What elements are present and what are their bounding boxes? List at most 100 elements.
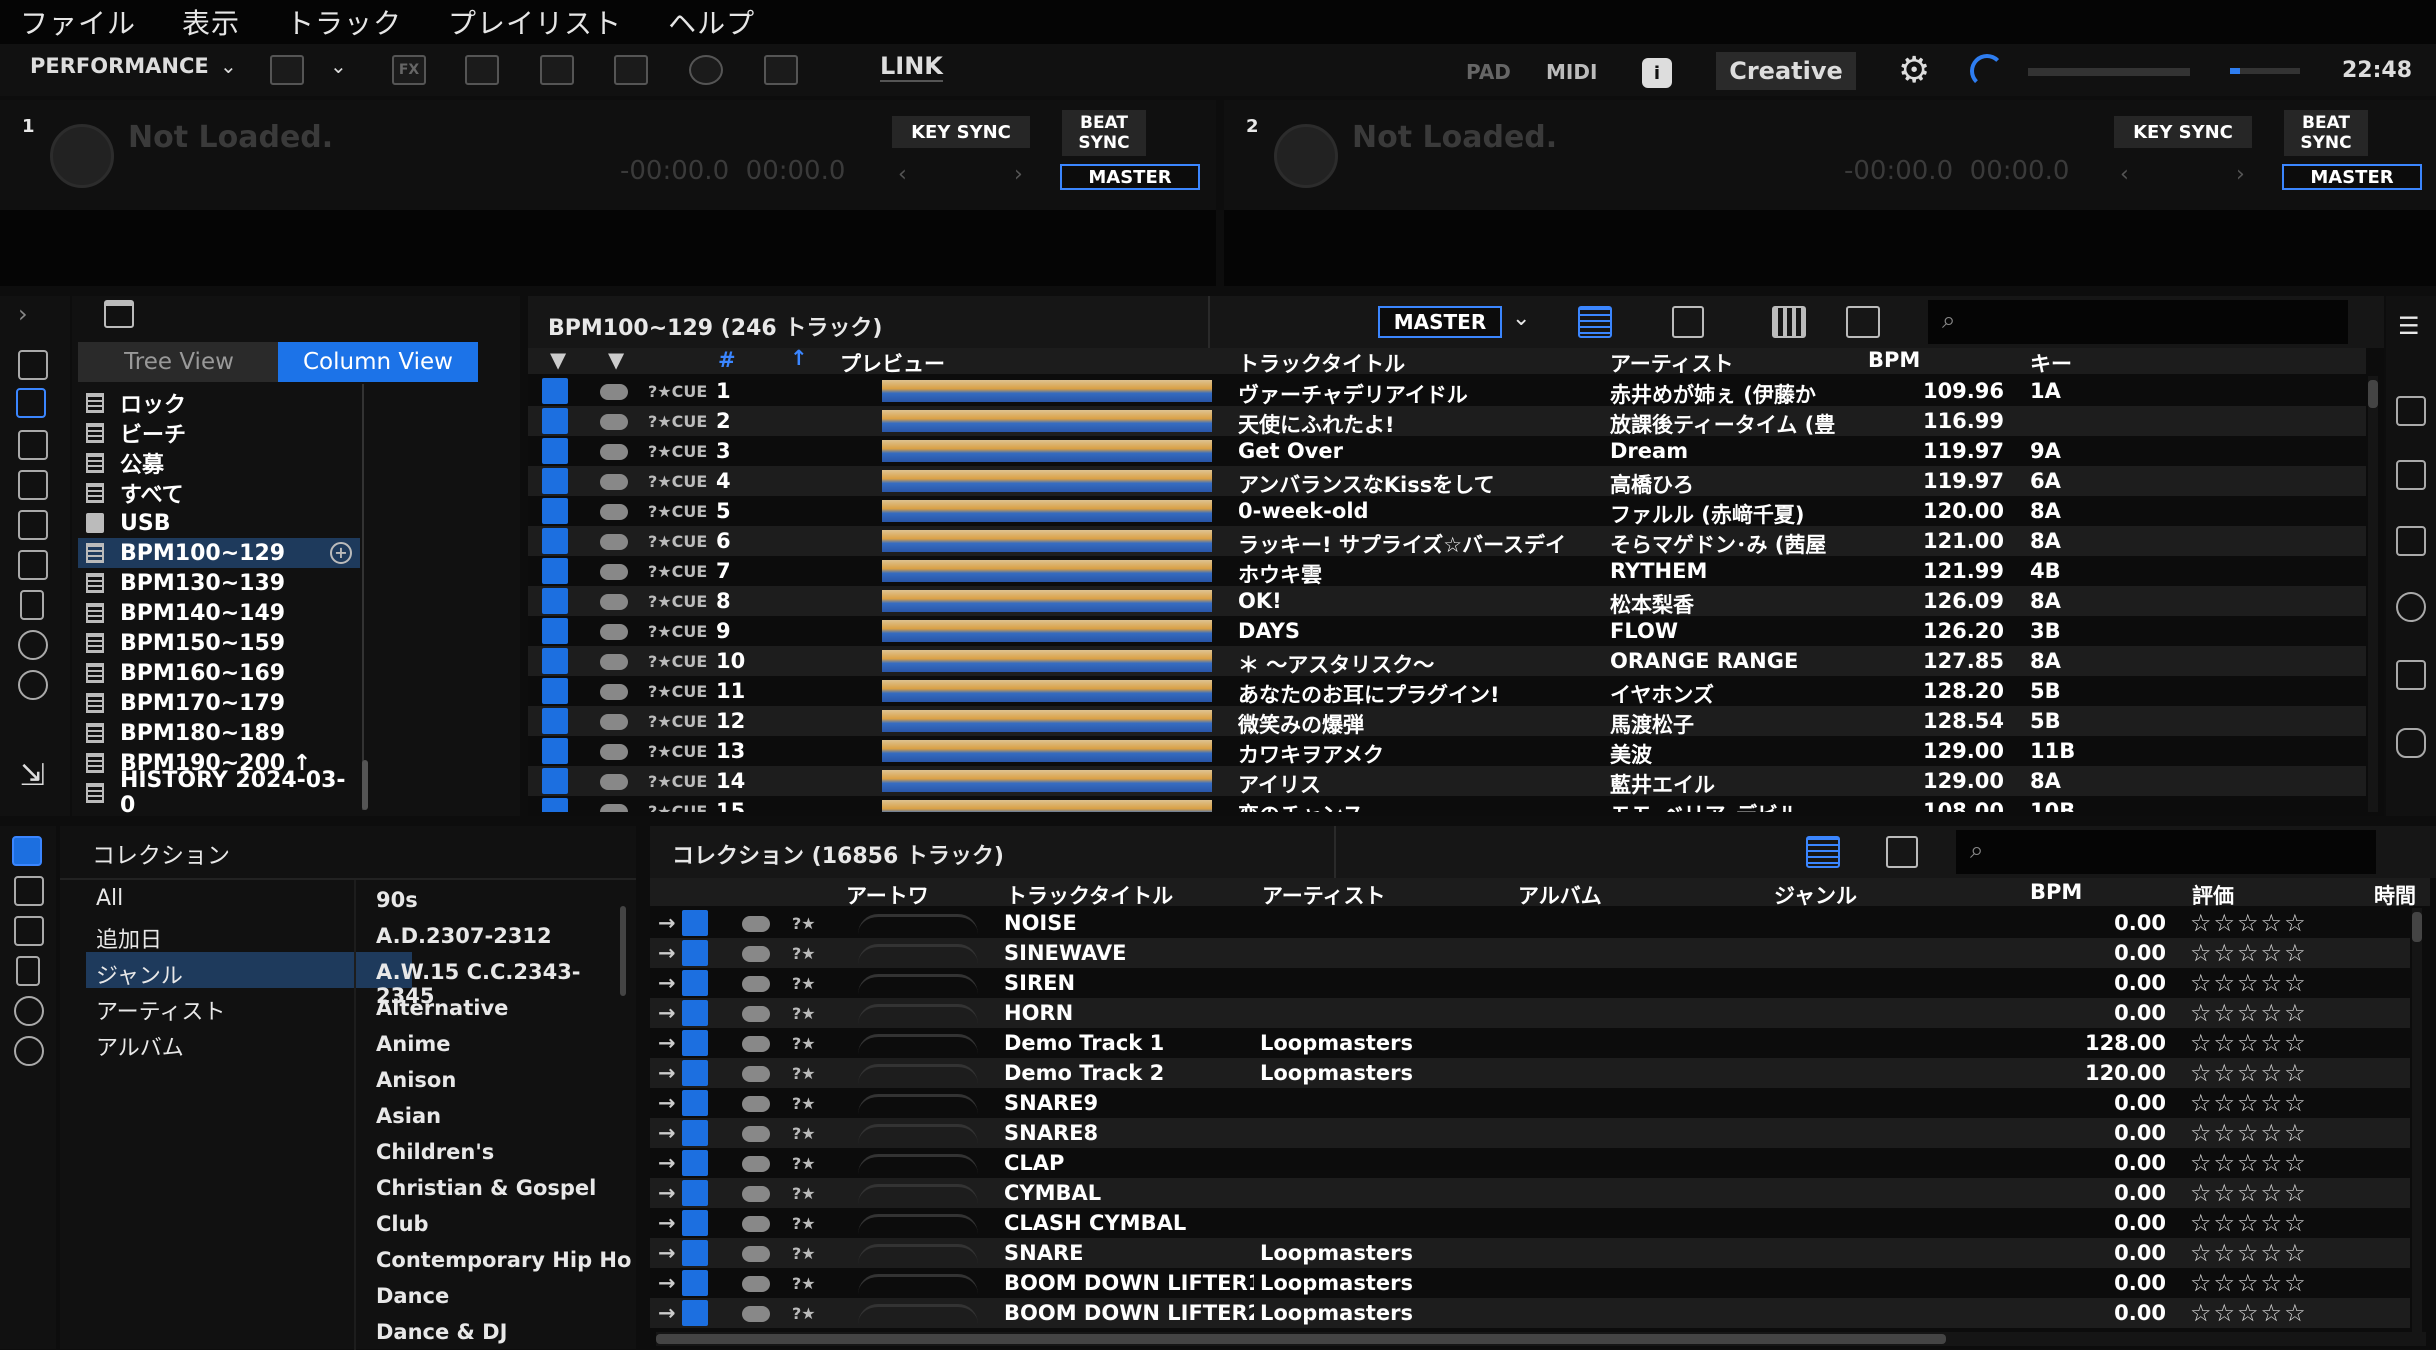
track-row[interactable]: → ?★ Demo Track 1 Loopmasters 128.00 ☆☆☆☆☆ bbox=[650, 1028, 2410, 1058]
master-select[interactable]: MASTER bbox=[1378, 306, 1502, 338]
cloud-icon[interactable] bbox=[600, 804, 628, 812]
load-arrow-icon[interactable]: → bbox=[658, 1001, 676, 1025]
panel-icon[interactable] bbox=[2396, 660, 2426, 690]
col-key[interactable]: キー bbox=[2030, 348, 2072, 378]
track-row[interactable]: → ?★ CLAP 0.00 ☆☆☆☆☆ bbox=[650, 1148, 2410, 1178]
deck-waveform[interactable] bbox=[1224, 210, 2436, 286]
cloud-icon[interactable] bbox=[600, 774, 628, 790]
rating-stars[interactable]: ☆☆☆☆☆ bbox=[2190, 939, 2308, 967]
track-row[interactable]: → ?★ SNARE9 0.00 ☆☆☆☆☆ bbox=[650, 1088, 2410, 1118]
genre-item[interactable]: Club bbox=[356, 1204, 636, 1240]
related-icon[interactable] bbox=[2396, 460, 2426, 490]
device-icon[interactable] bbox=[16, 956, 40, 986]
key-sync-button[interactable]: KEY SYNC bbox=[892, 116, 1030, 148]
computer-icon[interactable] bbox=[18, 550, 48, 580]
genre-item[interactable]: Dance bbox=[356, 1276, 636, 1312]
rating-stars[interactable]: ☆☆☆☆☆ bbox=[2190, 1239, 2308, 1267]
chevron-down-icon[interactable]: ⌄ bbox=[1512, 306, 1530, 331]
beat-sync-button[interactable]: BEAT SYNC bbox=[1062, 110, 1146, 156]
layout-chevron-icon[interactable]: ⌄ bbox=[330, 54, 347, 78]
playlist-icon[interactable] bbox=[14, 876, 44, 906]
key-down-icon[interactable]: ‹ bbox=[2120, 162, 2129, 187]
cloud-icon[interactable] bbox=[742, 1306, 770, 1322]
playlist-icon[interactable] bbox=[16, 388, 46, 418]
expand-icon[interactable]: › bbox=[18, 300, 28, 328]
load-arrow-icon[interactable]: → bbox=[658, 1091, 676, 1115]
track-row[interactable]: → ?★ NOISE 0.00 ☆☆☆☆☆ bbox=[650, 908, 2410, 938]
cloud-icon[interactable] bbox=[742, 1276, 770, 1292]
track-row[interactable]: ?★CUE 14 アイリス 藍井エイル 129.00 8A bbox=[528, 766, 2366, 797]
cloud-icon[interactable] bbox=[742, 1066, 770, 1082]
sampler-icon[interactable] bbox=[465, 55, 499, 85]
info-icon[interactable] bbox=[2396, 592, 2426, 622]
col-bpm[interactable]: BPM bbox=[1868, 348, 1920, 372]
grid-icon[interactable] bbox=[18, 510, 48, 540]
cloud-icon[interactable] bbox=[742, 1036, 770, 1052]
key-up-icon[interactable]: › bbox=[1014, 162, 1023, 187]
track-row[interactable]: → ?★ BOOM DOWN LIFTER2 Loopmasters 0.00 ☆☆☆☆☆ bbox=[650, 1298, 2410, 1328]
genre-item[interactable]: Contemporary Hip Ho bbox=[356, 1240, 636, 1276]
col-num[interactable]: # bbox=[718, 348, 736, 372]
tag-icon[interactable] bbox=[2396, 396, 2426, 426]
track-row[interactable]: ?★CUE 10 ＊ ～アスタリスク～ ORANGE RANGE 127.85 8A bbox=[528, 646, 2366, 677]
horizontal-scrollbar[interactable] bbox=[656, 1332, 2426, 1346]
track-row[interactable]: ?★CUE 9 DAYS FLOW 126.20 3B bbox=[528, 616, 2366, 646]
key-down-icon[interactable]: ‹ bbox=[898, 162, 907, 187]
midi-button[interactable]: MIDI bbox=[1546, 60, 1597, 84]
split-view-icon[interactable] bbox=[1846, 306, 1880, 338]
load-arrow-icon[interactable]: → bbox=[658, 1241, 676, 1265]
preview-waveform[interactable] bbox=[882, 590, 1212, 612]
track-row[interactable]: ?★CUE 15 恋のチャンスモモ･ベリア･デビルー 108.00 10B bbox=[528, 796, 2366, 812]
load-arrow-icon[interactable]: → bbox=[658, 1061, 676, 1085]
track-row[interactable]: ?★CUE 3 Get Over Dream 119.97 9A bbox=[528, 436, 2366, 466]
history-icon[interactable] bbox=[18, 630, 48, 660]
cloud-icon[interactable] bbox=[742, 1216, 770, 1232]
preview-waveform[interactable] bbox=[882, 560, 1212, 582]
bookmark-icon[interactable] bbox=[12, 836, 42, 866]
load-arrow-icon[interactable]: → bbox=[658, 1151, 676, 1175]
track-row[interactable]: ?★CUE 11 あなたのお耳にプラグイン! イヤホンズ 128.20 5B bbox=[528, 676, 2366, 707]
preview-waveform[interactable] bbox=[882, 620, 1212, 642]
tree-item-selected[interactable]: BPM100~129 + bbox=[78, 538, 360, 568]
menu-help[interactable]: ヘルプ bbox=[668, 2, 755, 42]
master-button[interactable]: MASTER bbox=[2282, 164, 2422, 190]
track-row[interactable]: ?★CUE 12 微笑みの爆弾 馬渡松子 128.54 5B bbox=[528, 706, 2366, 737]
tree-item[interactable]: 公募 bbox=[78, 448, 360, 478]
preview-waveform[interactable] bbox=[882, 530, 1212, 552]
load-arrow-icon[interactable]: → bbox=[658, 1211, 676, 1235]
add-icon[interactable]: + bbox=[330, 542, 352, 564]
link-button[interactable]: LINK bbox=[880, 52, 943, 82]
col-artist[interactable]: アーティスト bbox=[1262, 880, 1385, 910]
rating-stars[interactable]: ☆☆☆☆☆ bbox=[2190, 1149, 2308, 1177]
col-rating[interactable]: 評価 bbox=[2192, 880, 2234, 910]
rating-stars[interactable]: ☆☆☆☆☆ bbox=[2190, 969, 2308, 997]
scrollbar[interactable] bbox=[2368, 376, 2378, 812]
track-row[interactable]: → ?★ HORN 0.00 ☆☆☆☆☆ bbox=[650, 998, 2410, 1028]
export-icon[interactable]: ⇲ bbox=[20, 758, 45, 793]
track-row[interactable]: → ?★ SIREN 0.00 ☆☆☆☆☆ bbox=[650, 968, 2410, 998]
preview-waveform[interactable] bbox=[882, 740, 1212, 762]
col-bpm[interactable]: BPM bbox=[2030, 880, 2082, 904]
col-album[interactable]: アルバム bbox=[1518, 880, 1602, 910]
list-view-icon[interactable] bbox=[1578, 306, 1612, 338]
track-row[interactable]: ?★CUE 13 カワキヲアメク 美波 129.00 11B bbox=[528, 736, 2366, 767]
genre-item[interactable]: A.D.2307-2312 bbox=[356, 916, 636, 952]
genre-item[interactable]: Anime bbox=[356, 1024, 636, 1060]
cloud-icon[interactable] bbox=[600, 654, 628, 670]
track-row[interactable]: → ?★ SNARE Loopmasters 0.00 ☆☆☆☆☆ bbox=[650, 1238, 2410, 1268]
load-arrow-icon[interactable]: → bbox=[658, 971, 676, 995]
tree-item[interactable]: ビーチ bbox=[78, 418, 360, 448]
rating-stars[interactable]: ☆☆☆☆☆ bbox=[2190, 1029, 2308, 1057]
rating-stars[interactable]: ☆☆☆☆☆ bbox=[2190, 1269, 2308, 1297]
genre-item[interactable]: Anison bbox=[356, 1060, 636, 1096]
col-title[interactable]: トラックタイトル bbox=[1238, 348, 1405, 378]
master-button[interactable]: MASTER bbox=[1060, 164, 1200, 190]
pad-button[interactable]: PAD bbox=[1466, 60, 1511, 84]
load-arrow-icon[interactable]: → bbox=[658, 1181, 676, 1205]
mixer-icon[interactable] bbox=[614, 55, 648, 85]
key-sync-button[interactable]: KEY SYNC bbox=[2114, 116, 2252, 148]
cloud-icon[interactable] bbox=[742, 976, 770, 992]
beat-sync-button[interactable]: BEAT SYNC bbox=[2284, 110, 2368, 156]
detail-view-icon[interactable] bbox=[1886, 836, 1918, 868]
cloud-icon[interactable] bbox=[742, 1006, 770, 1022]
